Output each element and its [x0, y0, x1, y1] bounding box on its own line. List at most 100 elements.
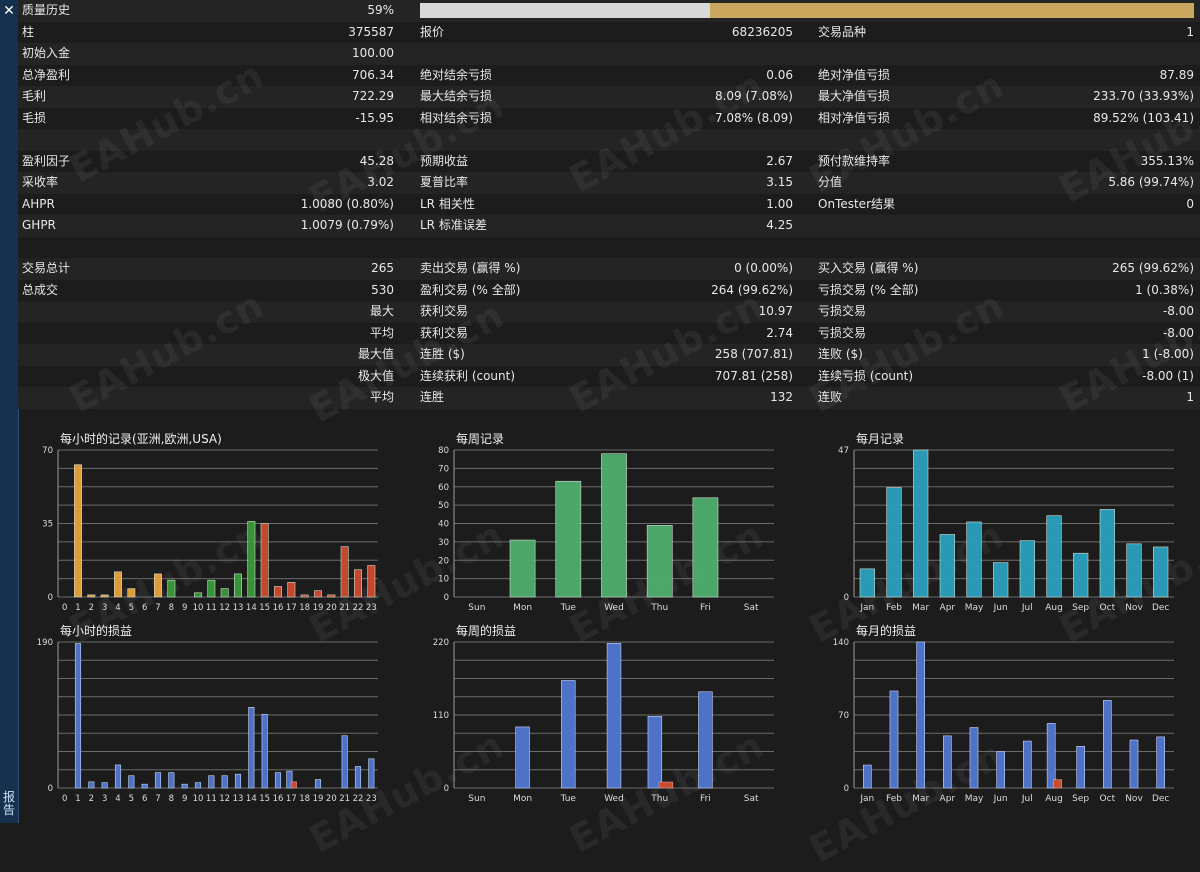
y-tick-label: 70: [438, 464, 449, 474]
stat-sublabel: 平均: [369, 390, 394, 404]
chart-bar: [141, 783, 148, 789]
stat-value: 3.15: [766, 175, 793, 189]
stat-label: 连胜 ($): [420, 347, 465, 361]
stats-table: 质量历史 59% 柱 375587 报价 68236205 交易品种 1 初始入金 100.0…: [18, 0, 1200, 409]
chart-bar: [274, 586, 282, 598]
stat-label: 毛利: [22, 89, 47, 103]
chart-bar: [290, 781, 297, 789]
stat-value: 0.06: [766, 67, 793, 82]
stat-value: 100.00: [352, 46, 394, 60]
stat-value: 1: [1186, 24, 1194, 39]
chart-bar: [74, 643, 82, 789]
x-tick-label: 15: [259, 794, 270, 804]
x-tick-label: Fri: [700, 794, 711, 804]
x-tick-label: Jul: [1021, 603, 1033, 613]
x-tick-label: Oct: [1100, 794, 1116, 804]
stat-value: 1.0079 (0.79%): [300, 218, 394, 232]
x-tick-label: 11: [206, 603, 217, 613]
chart-bar: [167, 579, 176, 598]
chart-bar: [862, 764, 872, 789]
stats-row: 毛利 722.29 最大结余亏损 8.09 (7.08%) 最大净值亏损 233.70 (…: [18, 86, 1200, 108]
chart-bar: [1076, 745, 1085, 789]
chart-bar: [127, 588, 136, 598]
x-tick-label: 20: [326, 603, 337, 613]
y-tick-label: 40: [438, 520, 449, 530]
chart-bar: [601, 453, 627, 598]
stat-value: 258 (707.81): [714, 347, 793, 361]
chart-bar: [646, 525, 673, 598]
stats-row: [18, 129, 1200, 151]
stat-value: -8.00: [1162, 304, 1194, 318]
x-tick-label: Jul: [1021, 794, 1033, 804]
stat-value: 375587: [348, 24, 394, 39]
quality-history-label: 质量历史: [22, 3, 71, 17]
stat-value: 530: [371, 282, 394, 297]
stat-value: 265: [371, 261, 394, 275]
chart-bar: [969, 727, 979, 789]
stat-label: 连胜: [420, 390, 445, 404]
stat-label: 连败 ($): [818, 347, 863, 361]
stat-value: 4.25: [766, 218, 793, 232]
stats-row: [18, 236, 1200, 258]
stat-label: 亏损交易: [818, 325, 867, 340]
x-tick-label: 12: [219, 603, 230, 613]
x-tick-label: May: [965, 794, 984, 804]
stat-value: 264 (99.62%): [711, 282, 793, 297]
chart-bar: [74, 464, 82, 598]
stat-value: 2.74: [766, 325, 793, 340]
chart-bar: [208, 775, 215, 789]
chart-bar: [1129, 739, 1139, 789]
chart-bar: [87, 594, 96, 598]
y-tick-label: 0: [844, 593, 849, 603]
stat-label: OnTester结果: [818, 196, 895, 211]
stats-row: GHPR 1.0079 (0.79%) LR 标准误差 4.25: [18, 215, 1200, 237]
x-tick-label: Jan: [859, 603, 874, 613]
y-tick-label: 0: [48, 784, 53, 794]
stat-label: 亏损交易 (% 全部): [818, 282, 919, 297]
stats-row: 极大值 连续获利 (count) 707.81 (258) 连续亏损 (count) -…: [18, 365, 1200, 387]
x-tick-label: 3: [102, 603, 107, 613]
chart-bar: [509, 539, 536, 598]
x-tick-label: Sun: [468, 603, 485, 613]
chart-bar: [647, 716, 663, 789]
stat-value: 707.81 (258): [714, 368, 793, 383]
close-icon[interactable]: ✕: [0, 0, 18, 22]
x-tick-label: May: [965, 603, 984, 613]
chart-bar: [248, 707, 255, 789]
stats-row: 最大值 连胜 ($) 258 (707.81) 连败 ($) 1 (-8.00): [18, 344, 1200, 366]
chart-bar: [1046, 723, 1056, 789]
x-tick-label: Apr: [940, 794, 956, 804]
stats-row: 最大 获利交易 10.97 亏损交易 -8.00: [18, 301, 1200, 323]
chart-bar: [698, 691, 713, 789]
x-tick-label: 19: [313, 794, 324, 804]
stat-value: 132: [770, 390, 793, 404]
x-tick-label: 22: [353, 603, 364, 613]
chart-title: 每小时的记录(亚洲,欧洲,USA): [60, 431, 222, 446]
stat-value: 1 (-8.00): [1142, 347, 1194, 361]
stat-label: 柱: [22, 24, 35, 39]
quality-history-bar: [420, 3, 1194, 18]
chart-bar: [889, 690, 899, 789]
x-tick-label: Apr: [940, 603, 956, 613]
report-tab-label[interactable]: 报告: [1, 791, 17, 817]
x-tick-label: Mar: [912, 794, 929, 804]
x-tick-label: 21: [339, 794, 350, 804]
chart-bar: [1103, 700, 1112, 789]
stat-label: 获利交易: [420, 325, 469, 340]
chart-bar: [692, 497, 719, 598]
chart-bar: [354, 766, 362, 789]
x-tick-label: Aug: [1045, 603, 1063, 613]
stats-row: 初始入金 100.00: [18, 43, 1200, 65]
chart-bar: [859, 568, 875, 598]
y-tick-label: 140: [833, 638, 849, 648]
stat-label: 夏普比率: [420, 175, 469, 189]
x-tick-label: Tue: [560, 794, 577, 804]
stat-label: 交易总计: [22, 261, 71, 275]
stat-value: 89.52% (103.41): [1093, 110, 1194, 125]
y-tick-label: 0: [844, 784, 849, 794]
y-tick-label: 30: [438, 538, 449, 548]
chart-bar: [220, 588, 229, 598]
stats-row: 平均 获利交易 2.74 亏损交易 -8.00: [18, 322, 1200, 344]
chart-bar: [939, 534, 955, 598]
x-tick-label: 3: [102, 794, 107, 804]
